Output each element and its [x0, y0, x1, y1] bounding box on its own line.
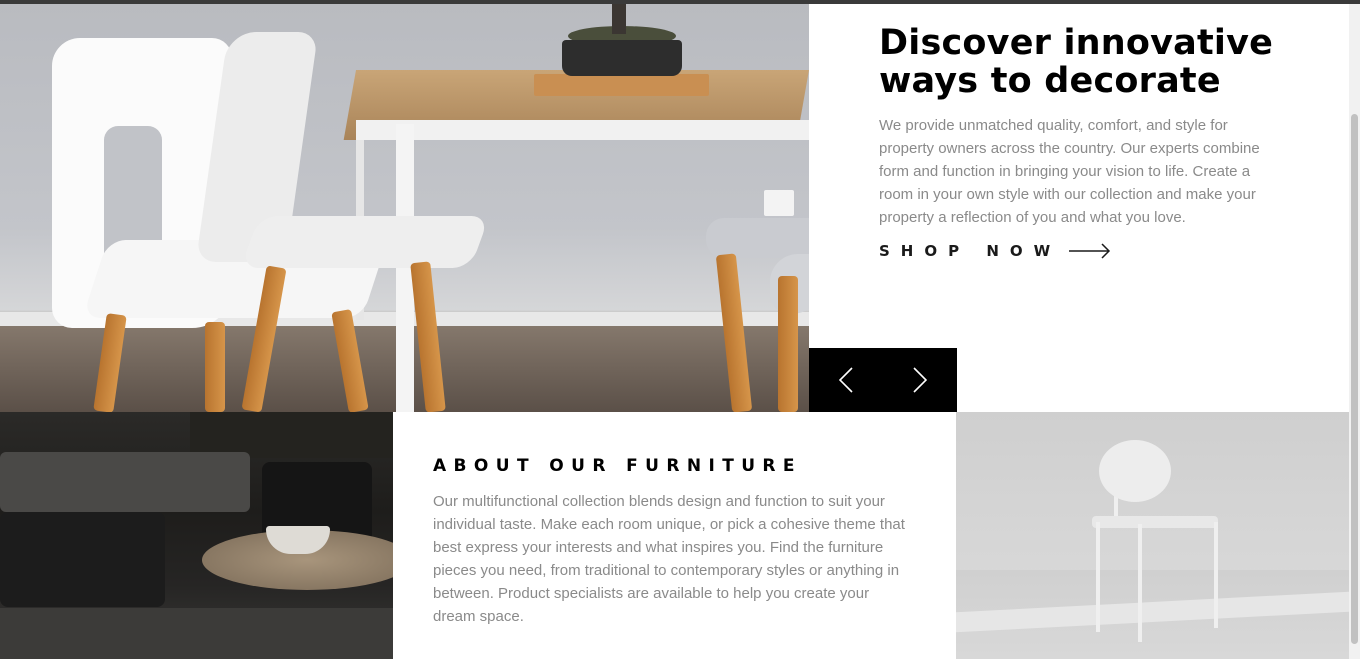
- bed: [0, 452, 250, 512]
- hero-title-line-2: ways to decorate: [879, 61, 1221, 101]
- wooden-tray: [534, 74, 709, 96]
- scrollbar-thumb[interactable]: [1351, 114, 1358, 644]
- armchair: [0, 512, 165, 607]
- table-edge: [356, 120, 809, 140]
- slider-next-button[interactable]: [883, 348, 957, 412]
- chair-leg: [205, 322, 225, 412]
- arrow-right-icon: [1069, 243, 1111, 259]
- chair-leg: [1138, 524, 1142, 642]
- chair-leg: [1096, 522, 1100, 632]
- chair-seat: [1092, 516, 1218, 528]
- chair-seat: [706, 218, 809, 258]
- shop-now-label: SHOP NOW: [879, 242, 1062, 260]
- wall-outlet: [764, 190, 794, 216]
- bonsai-pot: [562, 40, 682, 76]
- dark-furniture-image: [0, 412, 393, 659]
- slider-controls: [809, 348, 957, 412]
- chair-leg: [778, 276, 798, 412]
- chevron-left-icon: [839, 367, 853, 393]
- floor: [0, 608, 393, 659]
- chair-seat: [240, 216, 490, 268]
- chair-leg: [1214, 522, 1218, 628]
- about-description: Our multifunctional collection blends de…: [433, 493, 905, 625]
- chevron-right-icon: [913, 367, 927, 393]
- about-section: ABOUT OUR FURNITURE Our multifunctional …: [393, 412, 956, 659]
- bonsai-trunk: [612, 4, 626, 34]
- hero-image-chairs-table: [0, 4, 809, 412]
- slider-prev-button[interactable]: [809, 348, 883, 412]
- about-title: ABOUT OUR FURNITURE: [433, 456, 802, 476]
- light-chair-image: [956, 412, 1349, 659]
- shop-now-link[interactable]: SHOP NOW: [879, 242, 1111, 260]
- hero-description: We provide unmatched quality, comfort, a…: [879, 117, 1260, 226]
- hero-title: Discover innovative ways to decorate: [879, 24, 1299, 100]
- page-scrollbar[interactable]: [1349, 4, 1360, 659]
- hero-title-line-1: Discover innovative: [879, 23, 1274, 63]
- chair-back: [1099, 440, 1171, 502]
